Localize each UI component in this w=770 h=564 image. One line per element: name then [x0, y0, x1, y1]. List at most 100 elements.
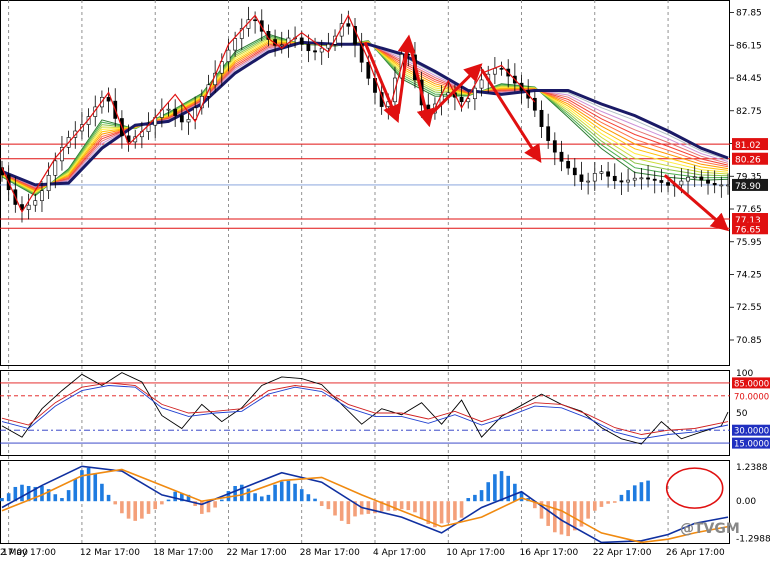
macd-histogram-bar: [120, 501, 124, 514]
time-axis-label: 10 Apr 17:00: [446, 548, 505, 558]
macd-histogram-bar: [559, 501, 564, 535]
macd-histogram-bar: [413, 501, 417, 513]
time-axis-label: 22 Mar 17:00: [226, 548, 286, 558]
macd-histogram-bar: [20, 484, 24, 502]
candle-body: [319, 47, 324, 53]
candle-body: [459, 96, 464, 103]
candle-body: [326, 44, 331, 49]
macd-histogram-bar: [126, 501, 131, 519]
candle-body: [299, 37, 304, 45]
osc-axis-label: 50: [736, 409, 748, 419]
candle-body: [692, 176, 697, 179]
chart-svg: 87.8586.1584.4582.7581.0579.3577.6575.95…: [0, 0, 770, 558]
osc-level-tag-label: 30.0000: [734, 427, 769, 437]
macd-histogram-bar: [273, 484, 277, 502]
osc-level-label: 70.0000: [734, 392, 769, 402]
candle-body: [626, 179, 630, 183]
chart-window: 87.8586.1584.4582.7581.0579.3577.6575.95…: [0, 0, 770, 560]
macd-histogram-bar: [499, 471, 504, 502]
macd-histogram-bar: [286, 480, 291, 502]
macd-histogram-bar: [606, 501, 610, 504]
candle-body: [166, 108, 171, 111]
macd-histogram-bar: [86, 467, 91, 502]
price-axis-label: 70.85: [736, 336, 762, 346]
macd-histogram-bar: [366, 501, 371, 514]
macd-histogram-bar: [586, 501, 590, 519]
macd-histogram-bar: [479, 490, 484, 502]
macd-histogram-bar: [513, 483, 517, 502]
macd-histogram-bar: [453, 501, 457, 521]
macd-histogram-bar: [639, 482, 644, 502]
macd-histogram-bar: [592, 501, 597, 511]
time-axis-label: 26 Apr 17:00: [666, 548, 725, 558]
candle-body: [699, 176, 704, 181]
candle-body: [706, 179, 710, 184]
candle-body: [666, 182, 670, 186]
macd-histogram-bar: [399, 501, 404, 510]
candle-body: [472, 87, 477, 100]
macd-histogram-bar: [466, 498, 471, 502]
candle-body: [233, 38, 238, 51]
candle-body: [186, 119, 191, 123]
macd-histogram-bar: [459, 501, 464, 518]
macd-histogram-bar: [166, 499, 171, 502]
price-axis-label: 82.75: [736, 107, 762, 117]
price-level-tag-label: 76.65: [735, 225, 761, 235]
osc-level-tag-label: 15.0000: [734, 440, 769, 450]
time-axis-label: 28 Mar 17:00: [300, 548, 360, 558]
candle-body: [279, 44, 284, 47]
candle-body: [306, 44, 311, 52]
watermark-text: @TVGM: [680, 521, 740, 537]
candle-body: [726, 184, 730, 187]
panel-frame-price: [0, 0, 730, 366]
time-axis-label: 4 Apr 17:00: [373, 548, 426, 558]
candle-body: [679, 180, 684, 186]
macd-histogram-bar: [293, 483, 297, 502]
macd-histogram-bar: [106, 494, 111, 502]
price-axis-label: 72.55: [736, 303, 762, 313]
candle-body: [492, 68, 497, 75]
macd-histogram-bar: [0, 498, 4, 502]
candle-body: [599, 171, 604, 174]
macd-histogram-bar: [146, 501, 151, 514]
candle-body: [539, 109, 544, 127]
macd-axis-label: 0.00: [736, 497, 756, 507]
macd-histogram-bar: [113, 501, 118, 505]
macd-histogram-bar: [140, 501, 144, 519]
candle-body: [106, 96, 111, 102]
macd-histogram-bar: [632, 485, 637, 502]
price-axis-label: 84.45: [736, 74, 762, 84]
price-axis-label: 75.95: [736, 238, 762, 248]
candle-body: [546, 126, 551, 141]
macd-histogram-bar: [439, 501, 444, 524]
price-level-tag-label: 81.02: [735, 141, 761, 151]
candle-body: [40, 190, 44, 201]
macd-histogram-bar: [219, 499, 224, 502]
macd-histogram-bar: [546, 501, 550, 526]
price-level-tag-label: 80.26: [735, 156, 761, 166]
macd-histogram-bar: [446, 501, 451, 523]
macd-histogram-bar: [406, 501, 411, 511]
macd-histogram-bar: [599, 501, 604, 507]
macd-histogram-bar: [319, 501, 324, 506]
candle-body: [479, 79, 484, 89]
macd-histogram-bar: [100, 483, 104, 502]
macd-histogram-bar: [486, 482, 491, 502]
macd-histogram-bar: [259, 496, 264, 502]
macd-histogram-bar: [53, 494, 58, 502]
macd-histogram-bar: [213, 501, 217, 508]
candle-body: [552, 140, 557, 153]
candle-body: [173, 108, 178, 116]
candle-body: [33, 200, 38, 206]
candle-body: [592, 173, 597, 182]
candle-body: [566, 161, 571, 169]
price-level-tag-label: 78.90: [735, 182, 761, 192]
candle-body: [572, 167, 577, 176]
price-axis-label: 74.25: [736, 271, 762, 281]
macd-histogram-bar: [493, 474, 497, 502]
macd-histogram-bar: [646, 480, 650, 502]
candle-body: [559, 151, 564, 162]
macd-histogram-bar: [60, 498, 64, 502]
macd-histogram-bar: [299, 489, 304, 502]
price-axis-label: 86.15: [736, 41, 762, 51]
